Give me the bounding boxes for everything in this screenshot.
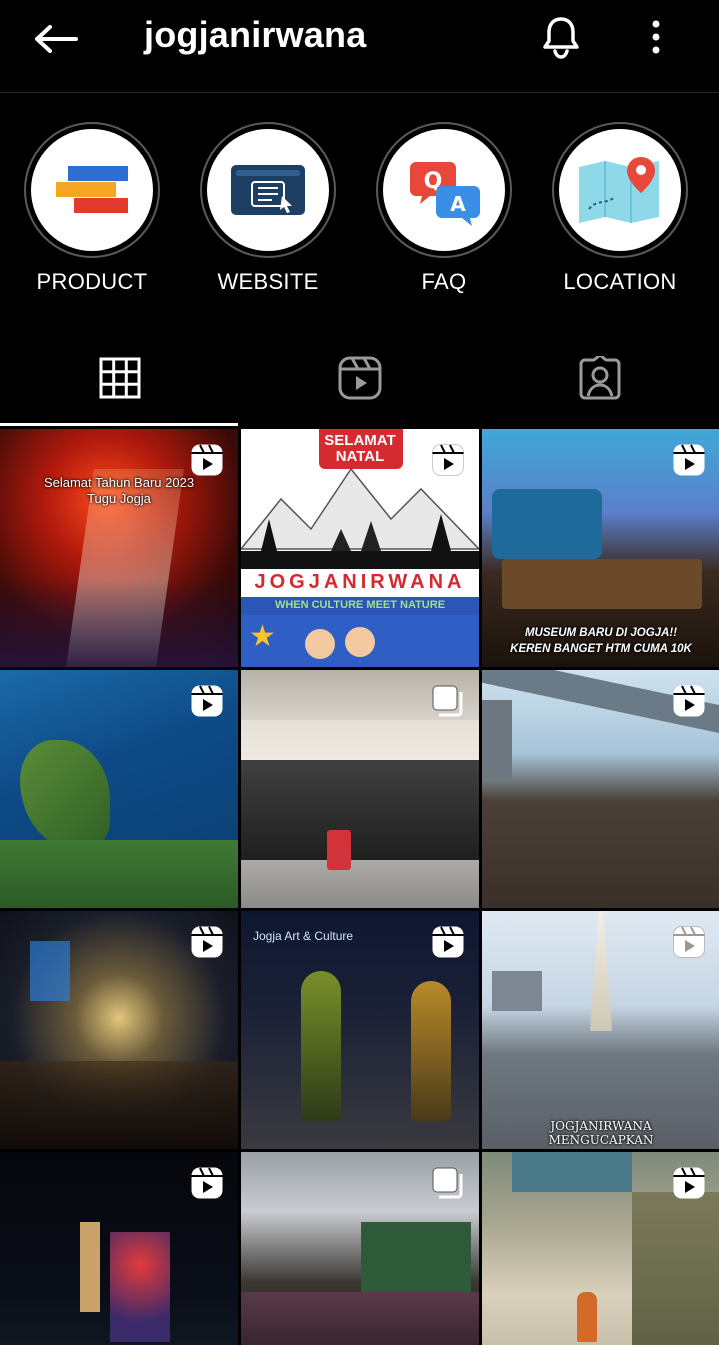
post-caption: Tugu Jogja [87, 491, 151, 506]
reel-badge-icon [432, 444, 464, 476]
highlight-location[interactable]: LOCATION [540, 122, 700, 295]
photo-luggage [327, 830, 351, 870]
tab-reels[interactable] [240, 330, 480, 426]
map-pin-icon [579, 157, 659, 223]
photo-stage-screen [30, 941, 70, 1001]
post-thumbnail[interactable]: Selamat Tahun Baru 2023 Tugu Jogja [0, 429, 238, 667]
reel-badge-icon [191, 1167, 223, 1199]
tab-tagged[interactable] [480, 330, 719, 426]
post-thumbnail[interactable] [482, 670, 719, 908]
highlight-label: PRODUCT [36, 269, 148, 294]
highlight-website[interactable]: WEBSITE [188, 122, 348, 295]
reel-badge-icon [191, 926, 223, 958]
post-caption: MENGUCAPKAN [548, 1133, 654, 1147]
photo-ogoh-ogoh [110, 1232, 170, 1342]
post-thumbnail[interactable] [0, 1152, 238, 1345]
arrow-left-icon [35, 25, 78, 53]
post-caption: JOGJANIRWANA [550, 1119, 652, 1133]
photo-city-shade [0, 579, 238, 667]
post-thumbnail[interactable]: MUSEUM BARU DI JOGJA!! KEREN BANGET HTM … [482, 429, 719, 667]
website-icon [231, 165, 305, 215]
bell-icon [543, 17, 579, 59]
grid-icon [99, 357, 141, 399]
photo-face [345, 627, 375, 657]
highlight-product[interactable]: PRODUCT [12, 122, 172, 295]
reel-badge-icon [432, 926, 464, 958]
highlight-ring [552, 122, 688, 258]
profile-tabs [0, 330, 719, 426]
post-thumbnail[interactable] [482, 1152, 719, 1345]
photo-building [492, 971, 542, 1011]
photo-crowd [0, 1061, 238, 1149]
photo-cliff [20, 740, 110, 850]
post-caption: MUSEUM BARU DI JOGJA!! [524, 627, 678, 639]
more-vertical-icon [652, 20, 660, 54]
more-options-button[interactable] [636, 12, 676, 62]
photo-monument [80, 1222, 100, 1312]
post-thumbnail[interactable]: JOGJANIRWANA MENGUCAPKAN [482, 911, 719, 1149]
photo-tugu-monument [590, 911, 612, 1031]
top-bar: jogjanirwana [0, 0, 719, 92]
post-thumbnail[interactable] [241, 670, 479, 908]
post-thumbnail[interactable]: Jogja Art & Culture [241, 911, 479, 1149]
tagged-icon [579, 356, 621, 400]
reel-badge-icon [191, 444, 223, 476]
post-thumbnail[interactable] [0, 670, 238, 908]
reel-badge-icon [673, 444, 705, 476]
highlight-ring [24, 122, 160, 258]
photo-group-people [241, 760, 479, 860]
reel-badge-icon [673, 685, 705, 717]
photo-pavilion [512, 1152, 632, 1192]
reel-badge-icon [673, 1167, 705, 1199]
notifications-button[interactable] [536, 12, 586, 62]
photo-gamelan [502, 559, 702, 609]
post-caption: Jogja Art & Culture [253, 929, 354, 943]
reel-badge-icon [673, 926, 705, 958]
qa-bubbles-icon: Q A [410, 162, 480, 226]
header-divider [0, 92, 719, 93]
highlight-label: WEBSITE [217, 269, 319, 294]
carousel-badge-icon [432, 685, 463, 717]
post-thumbnail[interactable]: SELAMAT NATAL JOGJANIRWANA WHEN CULTURE … [241, 429, 479, 667]
carousel-badge-icon [432, 1167, 463, 1199]
photo-dancer [411, 981, 451, 1121]
highlight-ring: Q A [376, 122, 512, 258]
photo-person [577, 1292, 597, 1342]
back-button[interactable] [28, 16, 84, 62]
profile-username: jogjanirwana [144, 14, 367, 55]
post-caption: KEREN BANGET HTM CUMA 10K [510, 643, 692, 655]
reels-icon [338, 356, 382, 400]
tab-posts-grid[interactable] [0, 330, 240, 426]
photo-bus [361, 1222, 471, 1292]
highlight-label: LOCATION [563, 269, 677, 294]
post-thumbnail[interactable] [241, 1152, 479, 1345]
photo-pillar [482, 700, 512, 780]
photo-dancer [301, 971, 341, 1121]
star-icon: ★ [249, 620, 276, 653]
photo-trees [632, 1192, 719, 1345]
post-tagline: WHEN CULTURE MEET NATURE [274, 599, 446, 611]
photo-face [305, 629, 335, 659]
photo-land [0, 840, 238, 908]
svg-text:A: A [450, 192, 466, 216]
post-brand: JOGJANIRWANA [254, 571, 466, 593]
photo-crowd [241, 1292, 479, 1345]
post-caption: Selamat Tahun Baru 2023 [43, 475, 195, 490]
story-highlights: PRODUCT WEBSITE Q A FAQ LOCATION [0, 122, 719, 312]
post-thumbnail[interactable] [0, 911, 238, 1149]
highlight-ring [200, 122, 336, 258]
active-tab-indicator [0, 423, 238, 426]
highlight-label: FAQ [421, 269, 467, 294]
product-stripes-icon [56, 166, 128, 213]
photo-screen [492, 489, 602, 559]
reel-badge-icon [191, 685, 223, 717]
highlight-faq[interactable]: Q A FAQ [364, 122, 524, 295]
